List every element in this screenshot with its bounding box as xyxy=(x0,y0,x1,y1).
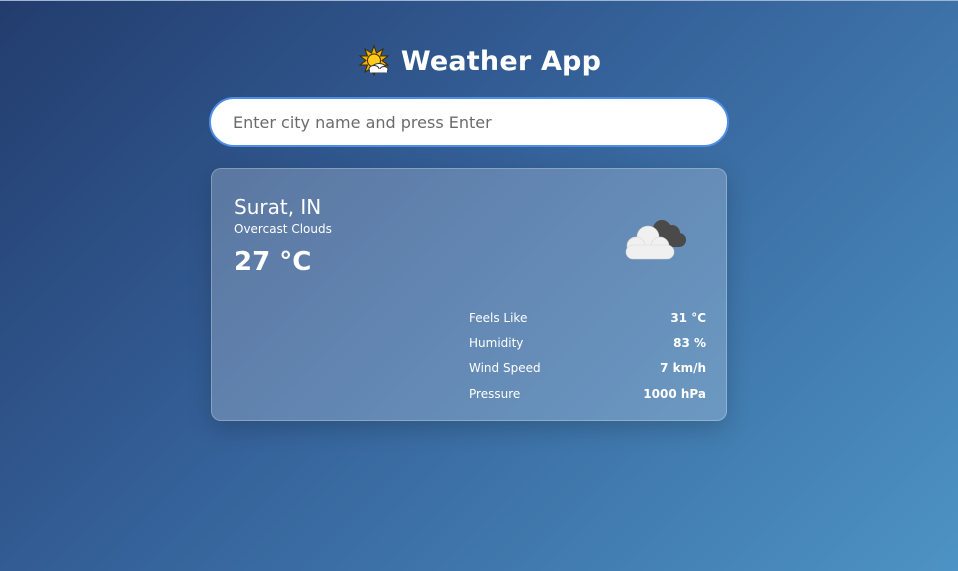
temperature: 27 °C xyxy=(234,247,312,277)
search-bar xyxy=(209,97,729,147)
app-header: Weather App xyxy=(0,44,958,78)
detail-value: 7 km/h xyxy=(660,361,706,376)
overcast-clouds-icon xyxy=(616,213,692,269)
app-title: Weather App xyxy=(400,45,602,77)
detail-value: 83 % xyxy=(673,335,706,350)
sun-behind-cloud-icon xyxy=(357,44,391,78)
detail-row-feels-like: Feels Like 31 °C xyxy=(469,305,706,330)
weather-description: Overcast Clouds xyxy=(234,222,332,236)
detail-label: Feels Like xyxy=(469,310,528,325)
detail-label: Humidity xyxy=(469,335,524,350)
detail-label: Pressure xyxy=(469,386,521,401)
detail-row-wind-speed: Wind Speed 7 km/h xyxy=(469,356,706,381)
weather-card: Surat, IN Overcast Clouds 27 °C Feels Li… xyxy=(211,168,727,421)
window-top-border xyxy=(0,0,958,1)
detail-row-pressure: Pressure 1000 hPa xyxy=(469,381,706,406)
detail-value: 1000 hPa xyxy=(643,386,706,401)
detail-label: Wind Speed xyxy=(469,361,541,376)
city-search-input[interactable] xyxy=(209,97,729,147)
weather-details: Feels Like 31 °C Humidity 83 % Wind Spee… xyxy=(469,305,706,406)
detail-row-humidity: Humidity 83 % xyxy=(469,330,706,355)
detail-value: 31 °C xyxy=(670,310,706,325)
city-name: Surat, IN xyxy=(234,195,322,219)
